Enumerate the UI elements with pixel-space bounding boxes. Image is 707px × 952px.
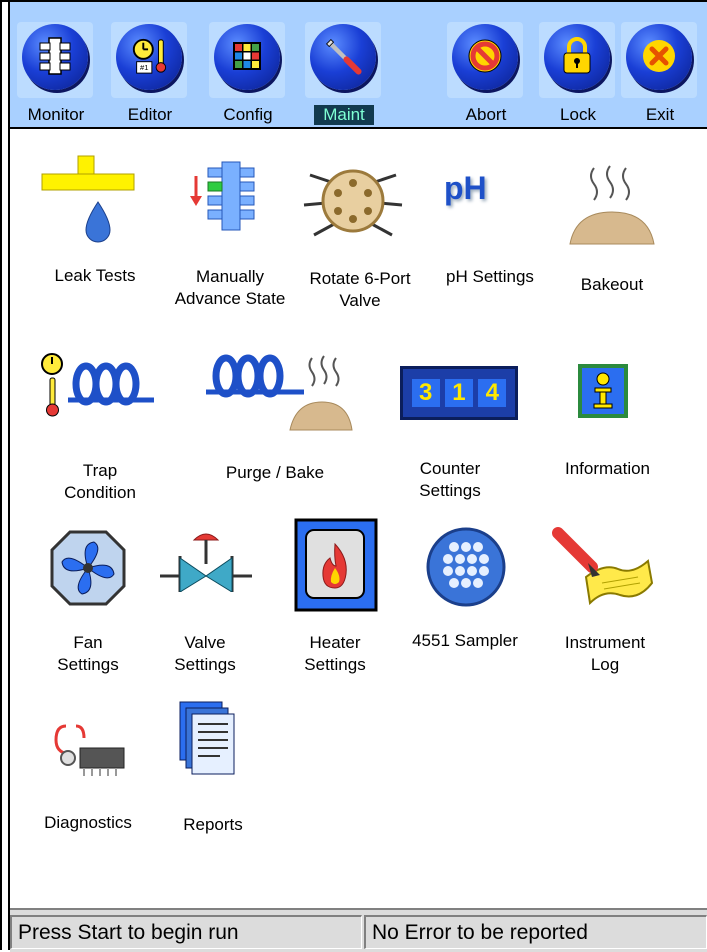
abort-icon xyxy=(466,37,504,75)
leak-tests-label: Leak Tests xyxy=(54,266,136,285)
window-left-rule xyxy=(8,0,10,950)
advance-state-label: Manually Advance State xyxy=(174,267,286,308)
trap-condition-icon xyxy=(41,353,154,417)
fan-icon xyxy=(50,530,126,606)
bakeout-label: Bakeout xyxy=(580,275,644,294)
purge-bake-label: Purge / Bake xyxy=(225,463,325,482)
valve-icon xyxy=(160,533,252,592)
heater-settings-label: Heater Settings xyxy=(304,633,366,674)
maint-label: Maint xyxy=(314,105,374,125)
abort-label: Abort xyxy=(465,105,507,124)
instrument-log-icon xyxy=(552,527,654,606)
monitor-icon xyxy=(36,37,74,75)
advance-state-icon xyxy=(190,161,255,231)
lock-button[interactable]: Lock xyxy=(534,17,622,127)
six-port-valve-icon xyxy=(303,169,403,237)
information-label: Information xyxy=(564,459,651,478)
counter-digit: 1 xyxy=(444,379,473,407)
fan-settings-label: Fan Settings xyxy=(57,633,119,674)
monitor-button[interactable]: Monitor xyxy=(12,17,100,127)
bakeout-icon xyxy=(569,165,655,245)
reports-label: Reports xyxy=(183,815,243,834)
trap-condition-label: Trap Condition xyxy=(64,461,136,502)
counter-digit: 3 xyxy=(411,379,440,407)
diagnostics-icon xyxy=(54,724,125,776)
information-icon xyxy=(578,364,628,418)
wrench-icon xyxy=(324,37,362,75)
editor-icon: #1 xyxy=(130,37,168,75)
error-status: No Error to be reported xyxy=(364,915,707,949)
main-toolbar: Monitor #1 Editor Config Maint Abort Loc… xyxy=(10,2,707,129)
valve-settings-label: Valve Settings xyxy=(174,633,236,674)
sampler-icon xyxy=(426,527,506,607)
editor-label: Editor xyxy=(127,105,173,124)
purge-bake-icon xyxy=(206,354,353,431)
counter-digit: 4 xyxy=(478,379,507,407)
rotate-valve-label: Rotate 6-Port Valve xyxy=(309,269,411,310)
instrument-log-label: Instrument Log xyxy=(564,633,646,674)
diagnostics-label: Diagnostics xyxy=(44,813,132,832)
monitor-label: Monitor xyxy=(27,105,85,124)
maint-button[interactable]: Maint xyxy=(300,17,388,127)
counter-settings-label: Counter Settings xyxy=(419,459,481,500)
exit-icon xyxy=(640,37,678,75)
status-bar: Press Start to begin run No Error to be … xyxy=(10,908,707,952)
config-icon xyxy=(228,37,266,75)
config-label: Config xyxy=(223,105,273,124)
status-message: Press Start to begin run xyxy=(10,915,362,949)
config-button[interactable]: Config xyxy=(204,17,292,127)
reports-icon xyxy=(179,701,235,775)
counter-icon: 3 1 4 xyxy=(400,366,518,420)
ph-icon: pH xyxy=(444,170,487,206)
editor-button[interactable]: #1 Editor xyxy=(106,17,194,127)
leak-test-icon xyxy=(41,155,135,243)
svg-text:#1: #1 xyxy=(140,63,148,72)
ph-settings-label: pH Settings xyxy=(446,267,534,286)
sampler-label: 4551 Sampler xyxy=(412,631,518,650)
exit-button[interactable]: Exit xyxy=(616,17,704,127)
lock-label: Lock xyxy=(560,105,596,124)
lock-icon xyxy=(558,37,596,75)
abort-button[interactable]: Abort xyxy=(442,17,530,127)
heater-icon xyxy=(294,518,378,612)
exit-label: Exit xyxy=(645,105,675,124)
